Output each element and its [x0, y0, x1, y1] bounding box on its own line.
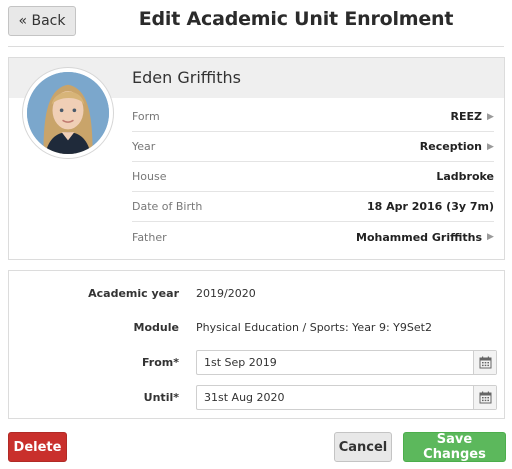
detail-label: House — [132, 170, 167, 183]
detail-row-father[interactable]: Father Mohammed Griffiths ▶ — [132, 222, 494, 252]
detail-row-form[interactable]: Form REEZ ▶ — [132, 102, 494, 132]
dob-value: 18 Apr 2016 (3y 7m) — [366, 200, 494, 213]
student-avatar — [23, 68, 113, 158]
chevron-right-icon: ▶ — [487, 111, 494, 122]
from-date-field[interactable] — [196, 349, 497, 375]
chevron-right-icon: ▶ — [487, 141, 494, 152]
year-value: Reception — [419, 140, 482, 153]
detail-value: 18 Apr 2016 (3y 7m) — [367, 200, 494, 213]
house-value: Ladbroke — [436, 170, 494, 183]
student-card: Eden Griffiths Form REEZ ▶ Year Reception… — [8, 57, 505, 260]
detail-value[interactable]: REEZ ▶ — [451, 110, 494, 123]
calendar-icon[interactable] — [473, 350, 496, 374]
detail-value[interactable]: Reception ▶ — [420, 140, 494, 153]
father-value: Mohammed Griffiths — [356, 230, 482, 244]
page-title: Edit Academic Unit Enrolment — [138, 8, 454, 30]
from-date-input[interactable] — [197, 350, 467, 374]
detail-row-house: House Ladbroke — [132, 162, 494, 192]
from-row: From* — [9, 348, 504, 376]
back-button[interactable]: « Back — [8, 6, 76, 36]
module-label: Module — [133, 320, 179, 334]
academic-year-value: 2019/2020 — [196, 286, 256, 300]
module-value: Physical Education / Sports: Year 9: Y9S… — [196, 320, 432, 334]
until-date-input[interactable] — [197, 385, 467, 409]
until-label: Until* — [143, 390, 179, 404]
title-divider — [8, 46, 504, 47]
cancel-button[interactable]: Cancel — [334, 432, 392, 462]
until-date-field[interactable] — [196, 384, 497, 410]
delete-button[interactable]: Delete — [8, 432, 67, 462]
student-name: Eden Griffiths — [132, 68, 241, 87]
detail-label: Father — [132, 230, 167, 244]
detail-label: Year — [132, 140, 156, 153]
enrolment-form: Academic year 2019/2020 Module Physical … — [8, 270, 505, 419]
calendar-icon[interactable] — [473, 385, 496, 409]
detail-row-year[interactable]: Year Reception ▶ — [132, 132, 494, 162]
student-photo-icon — [27, 72, 109, 154]
form-value: REEZ — [450, 110, 482, 123]
academic-year-row: Academic year 2019/2020 — [9, 279, 504, 307]
module-row: Module Physical Education / Sports: Year… — [9, 313, 504, 341]
chevron-right-icon: ▶ — [487, 232, 494, 242]
academic-year-label: Academic year — [88, 286, 179, 300]
detail-value: Ladbroke — [436, 170, 494, 183]
detail-label: Date of Birth — [132, 200, 203, 213]
from-label: From* — [141, 355, 179, 369]
student-details: Form REEZ ▶ Year Reception ▶ House Ladbrok… — [132, 102, 494, 252]
until-row: Until* — [9, 383, 504, 411]
detail-row-dob: Date of Birth 18 Apr 2016 (3y 7m) — [132, 192, 494, 222]
detail-label: Form — [132, 110, 160, 123]
detail-value[interactable]: Mohammed Griffiths ▶ — [356, 231, 494, 244]
save-changes-button[interactable]: Save Changes — [403, 432, 506, 462]
